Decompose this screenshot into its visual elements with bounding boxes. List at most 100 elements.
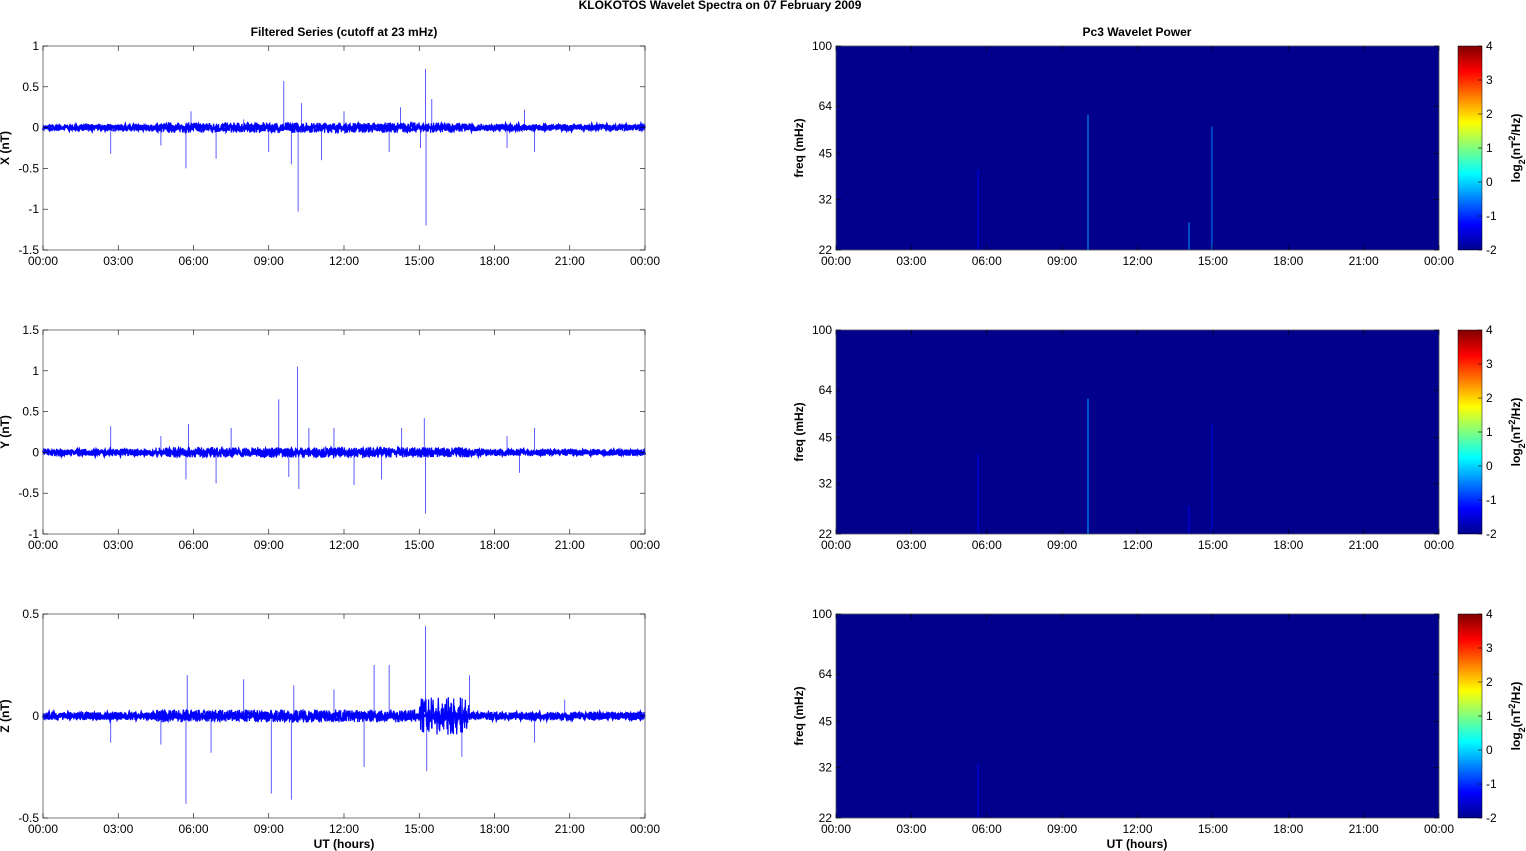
y-axis-label: Z (nT) (0, 699, 12, 732)
y-tick-label: 22 (819, 527, 833, 541)
x-tick-label: 03:00 (103, 254, 133, 268)
x-tick-label: 00:00 (630, 822, 660, 836)
colorbar-tick-label: 4 (1486, 607, 1493, 621)
x-tick-label: 21:00 (1349, 822, 1379, 836)
y-tick-label: -0.5 (18, 486, 39, 500)
spectrogram-power-streak (1210, 423, 1213, 534)
spectrogram-power-streak (1188, 506, 1191, 534)
y-tick-label: 0.5 (22, 607, 39, 621)
x-tick-label: 15:00 (1198, 538, 1228, 552)
x-tick-label: 15:00 (1198, 822, 1228, 836)
y-tick-label: 1 (32, 39, 39, 53)
spectrogram-power-streak (976, 169, 979, 250)
y-tick-label: 0.5 (22, 80, 39, 94)
x-tick-label: 15:00 (404, 538, 434, 552)
y-tick-label: 45 (819, 147, 833, 161)
x-tick-label: 00:00 (1424, 822, 1454, 836)
y-axis-label: freq (mHz) (792, 686, 806, 745)
y-tick-label: -1 (28, 202, 39, 216)
y-tick-label: 45 (819, 715, 833, 729)
x-tick-label: 18:00 (1273, 254, 1303, 268)
colorbar-tick-label: 0 (1486, 459, 1493, 473)
x-tick-label: 21:00 (555, 822, 585, 836)
series-panel-1: 00:00 03:00 06:00 09:00 12:00 15:00 18:00 21:00… (0, 39, 660, 268)
x-tick-label: 00:00 (1424, 538, 1454, 552)
y-tick-label: 1 (32, 364, 39, 378)
x-tick-label: 03:00 (103, 822, 133, 836)
y-tick-label: 100 (812, 323, 832, 337)
y-tick-label: 32 (819, 193, 833, 207)
x-tick-label: 15:00 (404, 822, 434, 836)
plot-area (43, 46, 645, 250)
right-xlabel: UT (hours) (1107, 837, 1168, 851)
x-tick-label: 12:00 (1122, 254, 1152, 268)
x-tick-label: 12:00 (329, 254, 359, 268)
y-tick-label: 22 (819, 243, 833, 257)
y-tick-label: -0.5 (18, 161, 39, 175)
plot-area (43, 330, 645, 534)
x-tick-label: 03:00 (896, 538, 926, 552)
y-tick-label: 1.5 (22, 323, 39, 337)
colorbar-tick-label: 1 (1486, 141, 1493, 155)
x-tick-label: 09:00 (254, 254, 284, 268)
colorbar-tick-label: -2 (1486, 243, 1497, 257)
x-tick-label: 00:00 (630, 538, 660, 552)
y-tick-label: 0 (32, 121, 39, 135)
colorbar-label: log2(nT2/Hz) (1507, 398, 1526, 467)
colorbar-tick-label: -1 (1486, 777, 1497, 791)
y-tick-label: -0.5 (18, 811, 39, 825)
colorbar-tick-label: 1 (1486, 425, 1493, 439)
colorbar-tick-label: 2 (1486, 107, 1493, 121)
x-tick-label: 18:00 (479, 538, 509, 552)
colorbar-tick-label: 0 (1486, 175, 1493, 189)
x-tick-label: 00:00 (630, 254, 660, 268)
colorbar-tick-label: 3 (1486, 357, 1493, 371)
y-tick-label: 45 (819, 431, 833, 445)
spectrogram-area (836, 46, 1439, 250)
spectrogram-power-streak (1087, 398, 1090, 534)
spectrogram-area (836, 330, 1439, 534)
spectrogram-area (836, 614, 1439, 818)
x-tick-label: 09:00 (1047, 254, 1077, 268)
x-tick-label: 18:00 (479, 822, 509, 836)
series-panel-2: 00:00 03:00 06:00 09:00 12:00 15:00 18:00 21:00… (0, 323, 660, 552)
x-tick-label: 09:00 (254, 538, 284, 552)
y-tick-label: 100 (812, 39, 832, 53)
y-tick-label: -1.5 (18, 243, 39, 257)
y-tick-label: 64 (819, 99, 833, 113)
y-axis-label: Y (nT) (0, 415, 12, 449)
x-tick-label: 21:00 (1349, 254, 1379, 268)
x-tick-label: 03:00 (103, 538, 133, 552)
colorbar-tick-label: 4 (1486, 39, 1493, 53)
x-tick-label: 21:00 (1349, 538, 1379, 552)
x-tick-label: 09:00 (1047, 822, 1077, 836)
colorbar-tick-label: 1 (1486, 709, 1493, 723)
x-tick-label: 21:00 (555, 254, 585, 268)
x-tick-label: 06:00 (972, 538, 1002, 552)
y-tick-label: 32 (819, 477, 833, 491)
y-tick-label: 0 (32, 709, 39, 723)
spectrogram-power-streak (976, 763, 979, 818)
right-column-title: Pc3 Wavelet Power (1083, 25, 1192, 39)
x-tick-label: 06:00 (178, 538, 208, 552)
x-tick-label: 03:00 (896, 822, 926, 836)
y-axis-label: X (nT) (0, 131, 12, 165)
x-tick-label: 06:00 (178, 822, 208, 836)
y-tick-label: 0 (32, 445, 39, 459)
x-tick-label: 18:00 (1273, 822, 1303, 836)
x-tick-label: 12:00 (329, 538, 359, 552)
series-panel-3: 00:00 03:00 06:00 09:00 12:00 15:00 18:00 21:00… (0, 607, 660, 836)
x-tick-label: 12:00 (1122, 822, 1152, 836)
spectrogram-power-streak (1188, 222, 1191, 250)
x-tick-label: 18:00 (1273, 538, 1303, 552)
x-tick-label: 12:00 (1122, 538, 1152, 552)
x-tick-label: 00:00 (1424, 254, 1454, 268)
x-tick-label: 15:00 (404, 254, 434, 268)
y-tick-label: 64 (819, 667, 833, 681)
spectrogram-power-streak (1210, 126, 1213, 250)
figure: KLOKOTOS Wavelet Spectra on 07 February … (0, 0, 1526, 851)
colorbar-tick-label: -1 (1486, 493, 1497, 507)
y-tick-label: 0.5 (22, 405, 39, 419)
x-tick-label: 06:00 (972, 822, 1002, 836)
left-xlabel: UT (hours) (314, 837, 375, 851)
